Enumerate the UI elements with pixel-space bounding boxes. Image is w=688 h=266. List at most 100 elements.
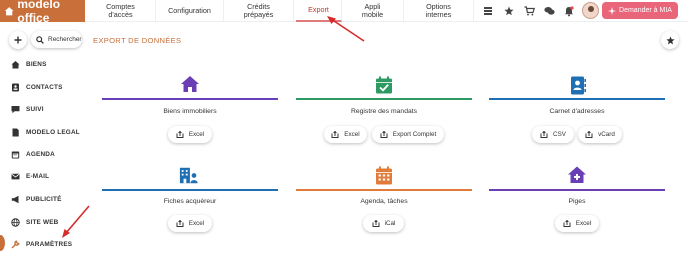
sidebar-item-email[interactable]: E-MAIL <box>11 170 49 182</box>
tab-label: Options internes <box>425 2 452 19</box>
calendar-icon <box>374 165 394 185</box>
sidebar-item-label: AGENDA <box>26 150 55 158</box>
button-label: Excel <box>188 131 205 138</box>
search-button[interactable]: Rechercher <box>31 31 82 48</box>
sidebar-item-label: BIENS <box>26 60 47 68</box>
house-plus-icon <box>567 164 587 184</box>
export-icon <box>563 220 571 227</box>
export-icon <box>176 131 184 138</box>
top-navbar: modelo office Comptes d'accès Configurat… <box>0 0 688 25</box>
chat-icon[interactable] <box>543 5 555 17</box>
megaphone-icon <box>11 195 20 204</box>
house-icon <box>180 74 200 94</box>
sidebar-item-modelo-legal[interactable]: MODELO LEGAL <box>11 126 80 138</box>
sidebar-item-label: MODELO LEGAL <box>26 128 80 136</box>
star-icon[interactable] <box>503 5 515 17</box>
export-complet-button[interactable]: Export Complet <box>372 126 444 143</box>
button-label: CSV <box>553 131 566 138</box>
tab-label: Comptes d'accès <box>106 2 135 19</box>
export-excel-button[interactable]: Excel <box>324 126 367 143</box>
export-icon <box>380 131 388 138</box>
calendar-check-icon <box>374 75 394 95</box>
contact-card-icon <box>11 83 20 92</box>
button-label: vCard <box>598 131 615 138</box>
mail-icon <box>11 172 20 181</box>
tab-options-internes[interactable]: Options internes <box>404 0 474 22</box>
building-user-icon <box>179 165 199 185</box>
tab-appli-mobile[interactable]: Appli mobile <box>342 0 404 22</box>
card-divider <box>102 98 278 100</box>
card-divider <box>489 98 665 100</box>
export-excel-button[interactable]: Excel <box>555 215 599 232</box>
tab-credits-prepayes[interactable]: Crédits prépayés <box>224 0 294 22</box>
sidebar-item-site-web[interactable]: SITE WEB <box>11 216 59 228</box>
search-label: Rechercher <box>48 36 82 43</box>
export-excel-button[interactable]: Excel <box>168 126 212 143</box>
cart-icon[interactable] <box>523 5 535 17</box>
app-logo[interactable]: modelo office <box>0 0 85 25</box>
export-icon <box>331 131 339 138</box>
add-button[interactable] <box>9 31 27 49</box>
address-book-icon <box>568 75 588 95</box>
export-ical-button[interactable]: iCal <box>363 215 404 232</box>
sidebar-item-contacts[interactable]: CONTACTS <box>11 81 63 93</box>
chat-icon <box>11 105 20 114</box>
sidebar-item-label: PUBLICITÉ <box>26 195 62 203</box>
user-avatar[interactable] <box>582 2 599 19</box>
tab-export[interactable]: Export <box>296 0 342 22</box>
sidebar-item-biens[interactable]: BIENS <box>11 58 47 70</box>
card-divider <box>296 189 472 191</box>
sidebar-item-suivi[interactable]: SUIVI <box>11 103 44 115</box>
sparkle-icon <box>608 6 617 15</box>
wrench-icon <box>11 239 20 249</box>
export-icon <box>176 220 184 227</box>
button-label: Excel <box>575 220 592 227</box>
sidebar-item-label: E-MAIL <box>26 172 50 180</box>
tab-comptes-acces[interactable]: Comptes d'accès <box>86 0 156 22</box>
card-title: Biens immobiliers <box>163 108 217 115</box>
ask-mia-button[interactable]: Demander à MIA <box>602 2 678 19</box>
brand-name: modelo office <box>17 0 61 25</box>
tab-label: Appli mobile <box>361 2 384 19</box>
export-icon <box>585 131 593 138</box>
sidebar-item-label: SUIVI <box>26 105 44 113</box>
plus-icon <box>14 36 22 44</box>
export-icon <box>372 220 380 227</box>
sidebar-item-label: PARAMÈTRES <box>26 240 73 248</box>
layers-icon[interactable] <box>482 5 494 17</box>
document-icon <box>11 128 20 137</box>
calendar-icon <box>11 150 20 159</box>
mia-label: Demander à MIA <box>619 7 672 14</box>
sidebar-item-agenda[interactable]: AGENDA <box>11 148 55 160</box>
card-title: Fiches acquéreur <box>163 198 217 205</box>
star-icon <box>665 35 675 44</box>
card-title: Registre des mandats <box>350 108 418 115</box>
active-indicator <box>0 235 5 251</box>
card-divider <box>102 189 278 191</box>
button-label: iCal <box>384 220 396 227</box>
button-label: Export Complet <box>392 131 437 138</box>
search-icon <box>36 35 44 44</box>
card-title: Carnet d'adresses <box>549 108 605 115</box>
home-icon <box>11 60 20 69</box>
sidebar-item-publicite[interactable]: PUBLICITÉ <box>11 193 62 205</box>
tab-label: Export <box>308 5 329 14</box>
button-label: Excel <box>188 220 205 227</box>
export-excel-button[interactable]: Excel <box>168 215 212 232</box>
favorite-button[interactable] <box>661 31 679 49</box>
card-title: Piges <box>568 198 586 205</box>
tab-configuration[interactable]: Configuration <box>156 0 224 22</box>
sidebar-item-label: CONTACTS <box>26 83 63 91</box>
globe-icon <box>11 217 20 227</box>
sidebar-item-parametres[interactable]: PARAMÈTRES <box>11 238 72 250</box>
card-title: Agenda, tâches <box>360 198 408 205</box>
bell-icon[interactable] <box>563 5 575 17</box>
tab-label: Configuration <box>168 6 211 15</box>
export-vcard-button[interactable]: vCard <box>578 126 622 143</box>
export-icon <box>540 131 548 138</box>
page-title: EXPORT DE DONNÉES <box>93 36 182 45</box>
sidebar-item-label: SITE WEB <box>26 218 59 226</box>
arrow-to-parametres <box>62 205 90 238</box>
export-csv-button[interactable]: CSV <box>532 126 574 143</box>
tab-label: Crédits prépayés <box>243 2 274 19</box>
